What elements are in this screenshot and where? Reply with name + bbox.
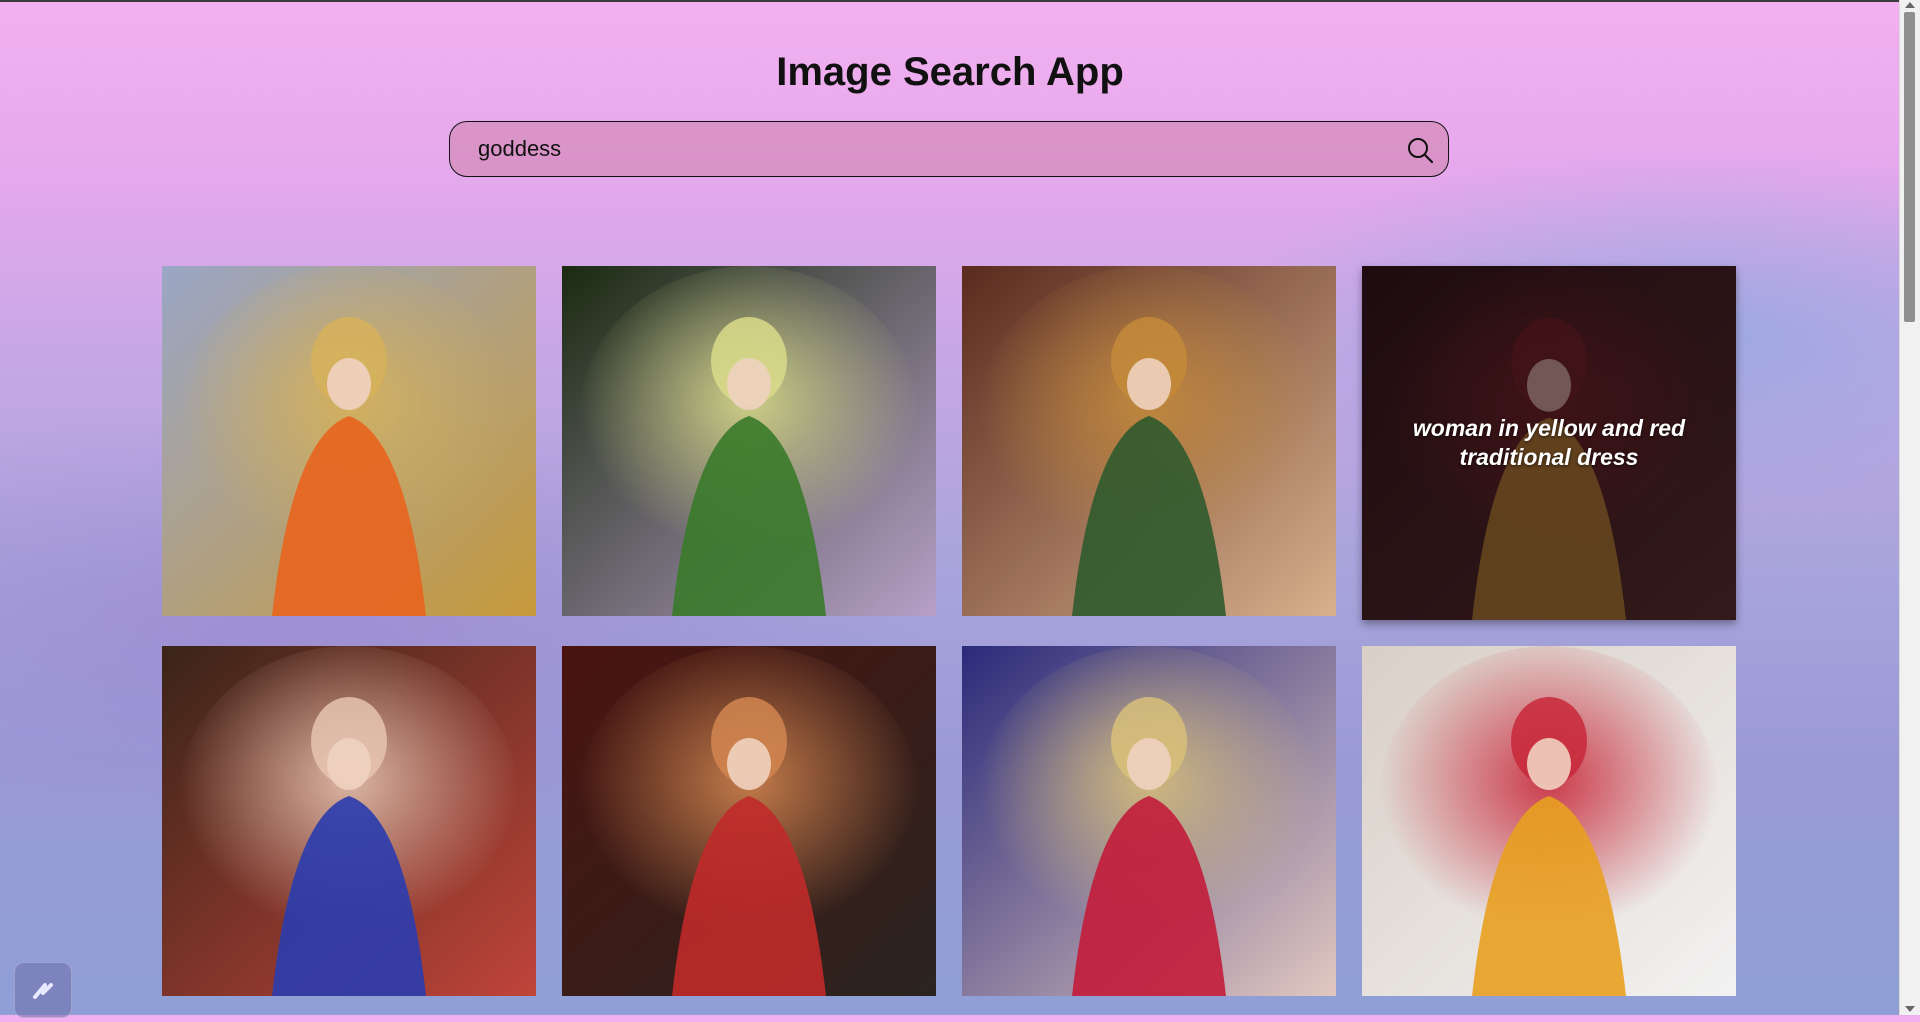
scrollbar-thumb[interactable] [1904, 12, 1915, 322]
result-image [962, 266, 1336, 616]
vertical-scrollbar[interactable] [1899, 0, 1920, 1015]
extension-icon[interactable] [14, 962, 72, 1018]
image-caption-overlay: woman in yellow and red traditional dres… [1362, 266, 1736, 620]
result-image-card[interactable] [962, 646, 1336, 996]
scroll-down-icon[interactable] [1905, 1006, 1915, 1012]
search-bar[interactable] [449, 121, 1449, 177]
result-image-card[interactable] [562, 266, 936, 616]
page-title: Image Search App [776, 50, 1124, 94]
search-input[interactable] [478, 122, 1358, 175]
result-image [162, 266, 536, 616]
result-image-card[interactable] [562, 646, 936, 996]
result-image-card[interactable] [162, 266, 536, 616]
result-image-card[interactable] [1362, 646, 1736, 996]
result-image [162, 646, 536, 996]
result-image [1362, 646, 1736, 996]
result-image [562, 646, 936, 996]
scroll-up-icon[interactable] [1905, 2, 1915, 8]
image-caption: woman in yellow and red traditional dres… [1412, 415, 1686, 470]
result-image-card[interactable]: woman in yellow and red traditional dres… [1362, 266, 1736, 620]
result-image-card[interactable] [962, 266, 1336, 616]
search-icon[interactable] [1406, 136, 1434, 164]
result-image [562, 266, 936, 616]
result-image-card[interactable] [162, 646, 536, 996]
browser-top-edge [0, 0, 1900, 2]
result-image [962, 646, 1336, 996]
